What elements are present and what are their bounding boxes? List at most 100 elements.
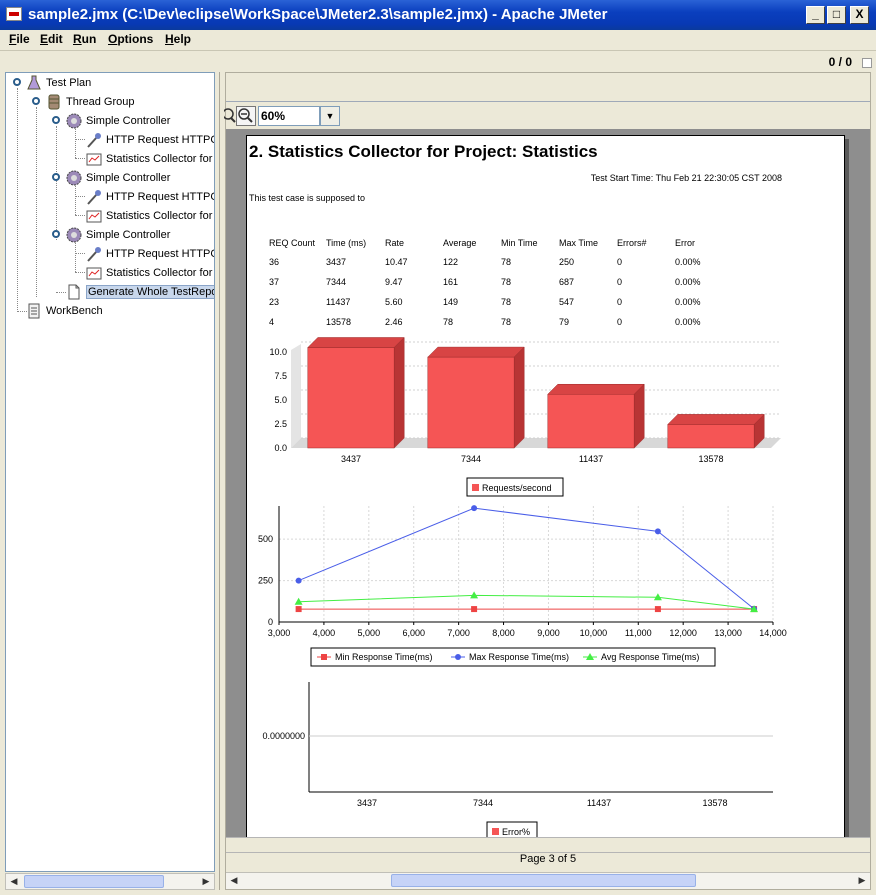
tree-item-generate-report[interactable]: Generate Whole TestRepo bbox=[66, 283, 214, 301]
tree-item-statistics-collector[interactable]: Statistics Collector for bbox=[86, 150, 212, 168]
report-horizontal-scrollbar[interactable]: ◀ ▶ bbox=[226, 872, 870, 889]
tree-item-http-request[interactable]: HTTP Request HTTPCl bbox=[86, 245, 215, 263]
table-header: Error bbox=[675, 238, 695, 248]
x-tick-label: 3,000 bbox=[268, 628, 291, 638]
scroll-right-icon[interactable]: ▶ bbox=[198, 874, 214, 889]
table-header: Min Time bbox=[501, 238, 538, 248]
x-tick-label: 10,000 bbox=[580, 628, 608, 638]
bar-top bbox=[667, 414, 765, 425]
tree-item-test-plan[interactable]: Test Plan bbox=[26, 74, 91, 92]
chevron-down-icon[interactable]: ▼ bbox=[320, 106, 340, 126]
legend-label: Max Response Time(ms) bbox=[469, 652, 569, 662]
table-cell: 78 bbox=[501, 257, 512, 267]
tree-horizontal-scrollbar[interactable]: ◀ ▶ bbox=[5, 873, 215, 890]
toolbar: 0 / 0 bbox=[0, 50, 876, 70]
tree-item-http-request[interactable]: HTTP Request HTTPCl bbox=[86, 188, 215, 206]
zoom-toolbar: 60% ▼ bbox=[222, 101, 870, 127]
y-tick-label: 7.5 bbox=[274, 371, 287, 381]
tree-item-simple-controller[interactable]: Simple Controller bbox=[66, 169, 170, 187]
table-cell: 3437 bbox=[326, 257, 347, 267]
y-tick-label: 0 bbox=[268, 617, 273, 627]
data-point bbox=[295, 577, 302, 584]
table-cell: 78 bbox=[501, 297, 512, 307]
scroll-right-icon[interactable]: ▶ bbox=[854, 873, 870, 888]
scrollbar-thumb[interactable] bbox=[391, 874, 696, 887]
table-header: Max Time bbox=[559, 238, 599, 248]
tree-item-simple-controller[interactable]: Simple Controller bbox=[66, 112, 170, 130]
data-point bbox=[295, 606, 302, 613]
series-line bbox=[298, 594, 755, 610]
table-cell: 5.60 bbox=[385, 297, 403, 307]
title-bar: sample2.jmx (C:\Dev\eclipse\WorkSpace\JM… bbox=[0, 0, 876, 30]
menu-options[interactable]: Options bbox=[108, 32, 153, 46]
legend-label: Min Response Time(ms) bbox=[335, 652, 433, 662]
report-viewport[interactable]: 2. Statistics Collector for Project: Sta… bbox=[226, 129, 870, 837]
tree-item-statistics-collector[interactable]: Statistics Collector for bbox=[86, 207, 212, 225]
listener-icon bbox=[86, 265, 102, 281]
table-cell: 122 bbox=[443, 257, 459, 267]
table-cell: 4 bbox=[269, 317, 275, 327]
legend: Error% bbox=[486, 821, 538, 837]
split-pane-divider[interactable] bbox=[216, 72, 224, 890]
table-header: Rate bbox=[385, 238, 405, 248]
tree-item-label: HTTP Request HTTPCl bbox=[106, 191, 215, 203]
y-tick-label: 250 bbox=[258, 576, 273, 586]
maximize-button[interactable]: □ bbox=[827, 6, 846, 24]
table-cell: 0 bbox=[617, 257, 623, 267]
bar bbox=[427, 356, 515, 449]
tree-item-workbench[interactable]: WorkBench bbox=[26, 302, 103, 320]
y-tick-label: 5.0 bbox=[274, 395, 287, 405]
tree-item-http-request[interactable]: HTTP Request HTTPCl bbox=[86, 131, 214, 149]
close-button[interactable]: X bbox=[850, 6, 869, 24]
menu-edit[interactable]: Edit bbox=[40, 32, 63, 46]
table-cell: 37 bbox=[269, 277, 280, 287]
legend-label: Avg Response Time(ms) bbox=[601, 652, 699, 662]
table-cell: 161 bbox=[443, 277, 459, 287]
menu-file[interactable]: File bbox=[9, 32, 30, 46]
report-title: 2. Statistics Collector for Project: Sta… bbox=[249, 142, 598, 161]
zoom-out-button[interactable] bbox=[236, 106, 256, 126]
table-cell: 78 bbox=[501, 277, 512, 287]
legend-label: Error% bbox=[502, 827, 530, 837]
table-cell: 11437 bbox=[326, 297, 351, 307]
menu-help[interactable]: Help bbox=[165, 32, 191, 46]
tree-item-thread-group[interactable]: Thread Group bbox=[46, 93, 134, 111]
page-indicator: Page 3 of 5 bbox=[519, 853, 577, 865]
tree-item-statistics-collector[interactable]: Statistics Collector for bbox=[86, 264, 212, 282]
table-cell: 0 bbox=[617, 297, 623, 307]
tree-item-simple-controller[interactable]: Simple Controller bbox=[66, 226, 170, 244]
data-point bbox=[471, 505, 478, 512]
controller-icon bbox=[66, 227, 82, 243]
bar-top bbox=[307, 337, 405, 348]
scrollbar-thumb[interactable] bbox=[24, 875, 164, 888]
test-start-time: Test Start Time: Thu Feb 21 22:30:05 CST… bbox=[590, 173, 782, 183]
y-tick-label: 0.0000000 bbox=[262, 731, 305, 741]
table-header: Average bbox=[443, 238, 477, 248]
x-tick-label: 11437 bbox=[587, 798, 611, 808]
x-tick-label: 7344 bbox=[473, 798, 493, 808]
scroll-left-icon[interactable]: ◀ bbox=[6, 874, 22, 889]
x-tick-label: 14,000 bbox=[759, 628, 787, 638]
table-cell: 10.47 bbox=[385, 257, 408, 267]
minimize-button[interactable]: _ bbox=[806, 6, 825, 24]
table-cell: 79 bbox=[559, 317, 570, 327]
x-tick-label: 5,000 bbox=[358, 628, 381, 638]
zoom-level-field[interactable]: 60% bbox=[258, 106, 320, 126]
x-tick-label: 8,000 bbox=[492, 628, 515, 638]
menu-run[interactable]: Run bbox=[73, 32, 96, 46]
legend-marker bbox=[455, 654, 461, 660]
listener-icon bbox=[86, 208, 102, 224]
menu-bar: File Edit Run Options Help bbox=[0, 30, 876, 50]
controller-icon bbox=[66, 170, 82, 186]
test-plan-tree[interactable]: Test Plan Thread Group Simple Controller… bbox=[5, 72, 215, 872]
legend: Requests/second bbox=[466, 477, 564, 497]
x-tick-label: 13,000 bbox=[714, 628, 742, 638]
table-cell: 149 bbox=[443, 297, 459, 307]
report-description: This test case is supposed to bbox=[249, 193, 366, 203]
tree-item-label: HTTP Request HTTPCl bbox=[106, 248, 215, 260]
sampler-icon bbox=[86, 132, 102, 148]
scroll-left-icon[interactable]: ◀ bbox=[226, 873, 242, 888]
chart-wall bbox=[291, 344, 301, 448]
table-cell: 13578 bbox=[326, 317, 352, 327]
status-indicator-icon bbox=[862, 58, 872, 68]
